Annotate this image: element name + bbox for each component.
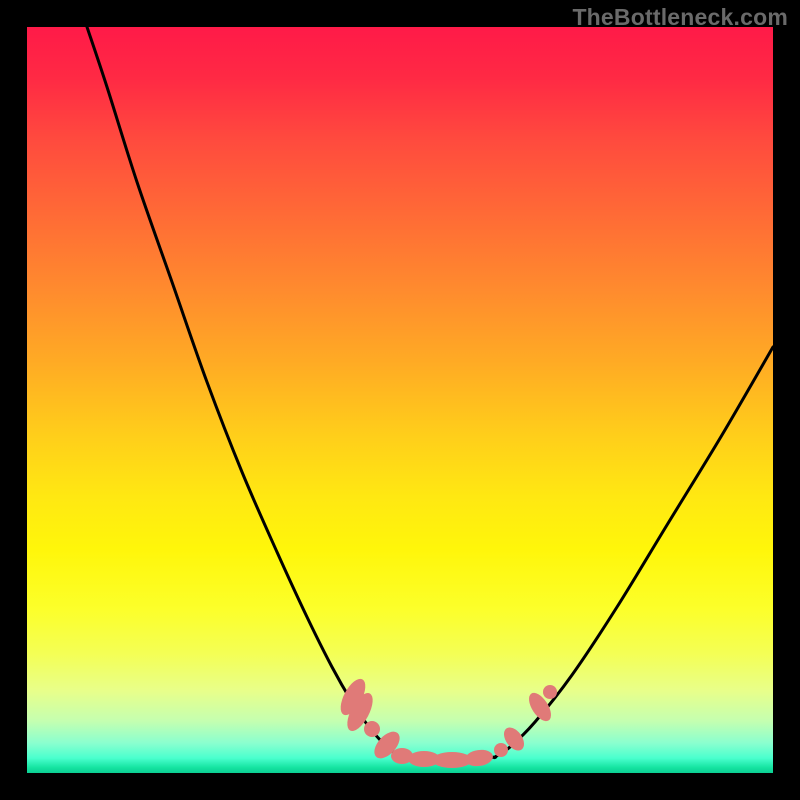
watermark-text: TheBottleneck.com: [572, 4, 788, 31]
curve-marker: [543, 685, 557, 699]
curve-marker: [494, 743, 508, 757]
curve-layer: [27, 27, 773, 773]
curve-marker: [464, 748, 494, 768]
bottleneck-curve: [87, 27, 773, 760]
plot-area: [27, 27, 773, 773]
curve-marker: [364, 721, 380, 737]
chart-frame: TheBottleneck.com: [0, 0, 800, 800]
